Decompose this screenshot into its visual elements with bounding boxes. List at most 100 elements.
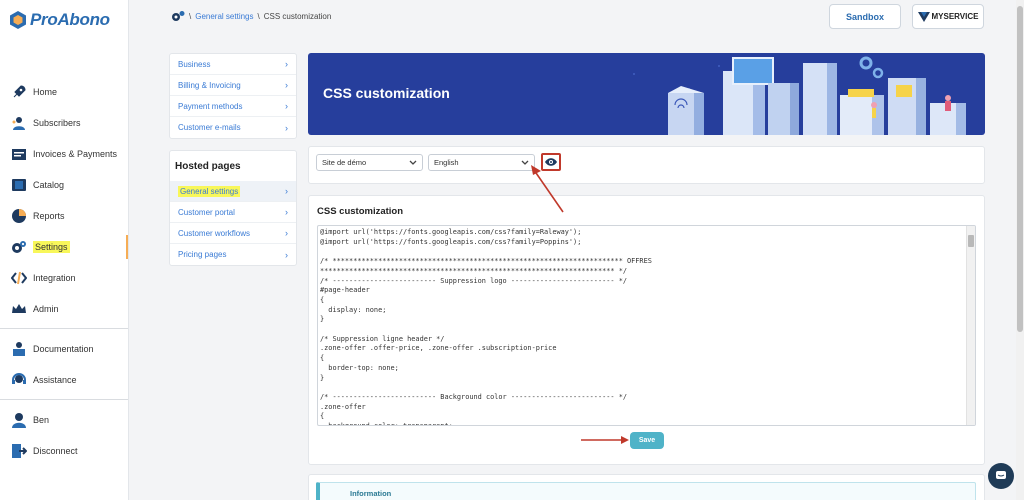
code-line: /* ------------------------- Background … [320,392,627,401]
menu-item-label: Payment methods [178,101,243,111]
sidebar-divider [0,399,128,400]
chevron-right-icon: › [285,249,288,260]
menu-item-label: Customer e-mails [178,123,241,132]
sidebar-item-label: Settings [33,241,70,253]
city-illustration [633,56,966,135]
sidebar-item-documentation[interactable]: Documentation [0,337,128,361]
user-icon [10,411,28,429]
menu-item-customer-portal[interactable]: Customer portal › [170,202,296,223]
sidebar-item-catalog[interactable]: Catalog [0,173,128,197]
preview-button[interactable] [541,153,561,171]
menu-item-label: Customer workflows [178,228,251,238]
menu-item-label: Billing & Invoicing [178,80,241,90]
service-name: MYSERVICE [931,12,979,21]
menu-item-billing[interactable]: Billing & Invoicing › [170,75,296,96]
page-scroll-thumb[interactable] [1017,6,1023,332]
code-line: { [320,295,325,304]
sidebar-item-disconnect[interactable]: Disconnect [0,439,128,463]
chevron-down-icon [521,160,529,165]
exit-icon [10,442,28,460]
chevron-right-icon: › [285,186,288,196]
language-select-value: English [434,158,459,167]
chat-button[interactable] [988,463,1014,489]
hosted-pages-title: Hosted pages [175,160,241,172]
book-icon [10,340,28,358]
subscribers-icon [10,114,28,132]
language-select[interactable]: English [428,154,535,171]
sidebar-item-label: Admin [33,304,59,314]
sidebar-item-reports[interactable]: Reports [0,204,128,228]
menu-item-label: General settings [178,185,241,197]
css-code: @import url('https://fonts.googleapis.co… [318,226,965,425]
code-line: @import url('https://fonts.googleapis.co… [320,237,582,246]
sidebar-item-settings[interactable]: Settings [0,235,128,259]
page-title: CSS customization [323,85,450,101]
menu-item-label: Customer portal [178,207,235,217]
sidebar-item-label: Assistance [33,375,77,385]
breadcrumb-separator: \ [189,11,192,21]
sidebar-item-label: Subscribers [33,118,81,128]
save-button[interactable]: Save [630,432,664,449]
chevron-right-icon: › [285,122,288,133]
sidebar-item-invoices[interactable]: Invoices & Payments [0,142,128,166]
code-line: { [320,354,325,363]
css-customization-card: CSS customization @import url('https://f… [308,195,985,465]
css-editor[interactable]: @import url('https://fonts.googleapis.co… [317,225,976,426]
menu-item-customer-workflows[interactable]: Customer workflows › [170,223,296,244]
sidebar: ProAbono Home Subscribers Invoices & Pay… [0,0,129,500]
sidebar-item-integration[interactable]: Integration [0,266,128,290]
menu-item-customer-emails[interactable]: Customer e-mails › [170,117,296,138]
editor-scrollbar[interactable] [966,226,975,425]
chevron-right-icon: › [285,207,288,217]
code-line: #page-header [320,286,370,295]
sidebar-item-assistance[interactable]: Assistance [0,368,128,392]
settings-menu: Business › Billing & Invoicing › Payment m… [169,53,297,139]
chevron-down-icon [409,160,417,165]
breadcrumb-separator: \ [257,11,260,21]
sidebar-item-home[interactable]: Home [0,80,128,104]
menu-item-payment-methods[interactable]: Payment methods › [170,96,296,117]
information-panel: Information [316,482,976,500]
sidebar-item-admin[interactable]: Admin [0,297,128,321]
hexagon-logo-icon [10,11,26,29]
menu-item-general-settings[interactable]: General settings › [170,181,296,202]
breadcrumb-general-settings[interactable]: General settings [195,12,253,21]
menu-item-label: Business [178,59,211,69]
chat-icon [996,471,1006,479]
code-line: { [320,412,325,421]
information-card: Information [308,474,985,500]
editor-scroll-thumb[interactable] [968,235,974,247]
menu-item-label: Pricing pages [178,250,227,259]
gear-icon [10,238,28,256]
chevron-right-icon: › [285,101,288,111]
brand-logo[interactable]: ProAbono [10,10,110,30]
invoice-icon [10,145,28,163]
service-switcher[interactable]: MYSERVICE [912,4,984,29]
code-line: @import url('https://fonts.googleapis.co… [320,228,582,236]
code-line: } [320,315,325,324]
chevron-right-icon: › [285,228,288,238]
site-select[interactable]: Site de démo [316,154,423,171]
sidebar-item-label: Disconnect [33,446,78,456]
sidebar-item-user[interactable]: Ben [0,408,128,432]
brand-name: ProAbono [30,10,110,29]
service-logo-icon [917,11,930,22]
menu-item-business[interactable]: Business › [170,54,296,75]
page-scrollbar[interactable] [1016,0,1024,500]
menu-item-pricing-pages[interactable]: Pricing pages › [170,244,296,265]
code-line: /* Suppression ligne header */ [320,334,445,343]
sidebar-item-label: Reports [33,211,65,221]
code-line: .zone-offer .offer-price, .zone-offer .s… [320,344,557,353]
chevron-right-icon: › [285,59,288,69]
sandbox-button[interactable]: Sandbox [829,4,901,29]
sidebar-item-label: Invoices & Payments [33,149,118,159]
hosted-pages-menu: Hosted pages General settings › Customer … [169,150,297,266]
code-line: /* ------------------------- Suppression… [320,276,627,285]
code-line: ****************************************… [320,266,627,275]
sidebar-item-subscribers[interactable]: Subscribers [0,111,128,135]
chevron-right-icon: › [285,80,288,90]
code-line: background-color: transparent; [320,422,965,425]
